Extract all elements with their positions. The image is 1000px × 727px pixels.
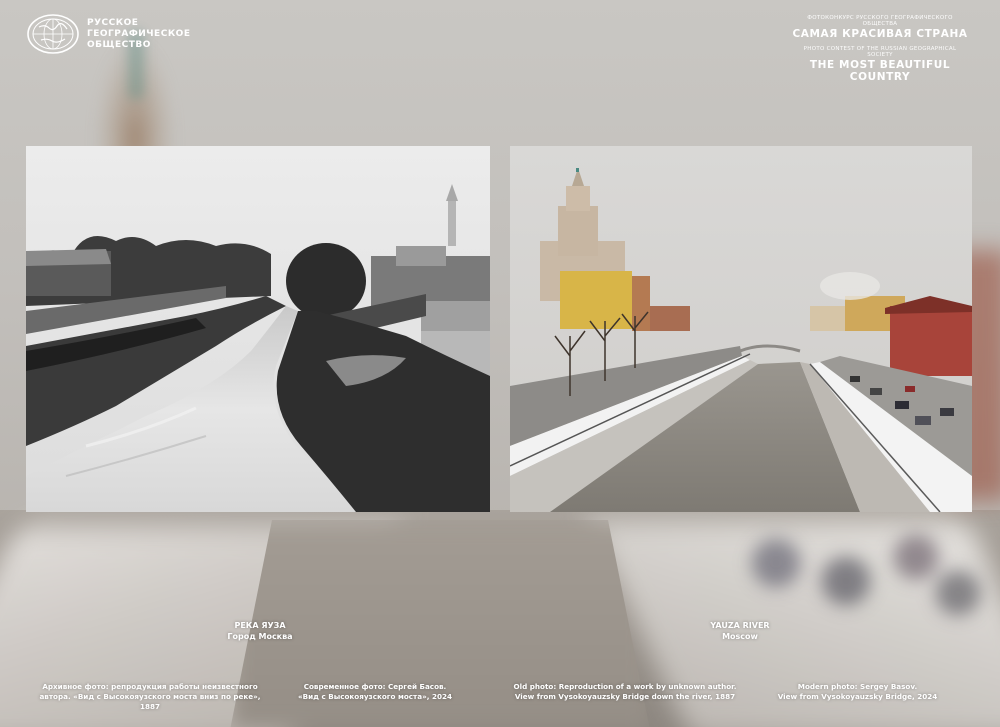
credit-line: View from Vysokoyauzsky Bridge down the … — [514, 692, 736, 701]
contest-subtitle-ru: ФОТОКОНКУРС РУССКОГО ГЕОГРАФИЧЕСКОГО ОБЩ… — [807, 15, 953, 27]
caption-place-en: Moscow — [722, 632, 758, 641]
caption-ru: РЕКА ЯУЗА Город Москва — [180, 620, 340, 642]
org-name-line: РУССКОЕ — [87, 17, 139, 28]
modern-credit-en: Modern photo: Sergey Basov. View from Vy… — [765, 682, 950, 702]
org-name-line: ГЕОГРАФИЧЕСКОЕ — [87, 28, 191, 39]
contest-title-en: THE MOST BEAUTIFUL COUNTRY — [809, 59, 951, 83]
rgo-logo: РУССКОЕ ГЕОГРАФИЧЕСКОЕ ОБЩЕСТВО — [27, 14, 190, 54]
contest-title-ru: САМАЯ КРАСИВАЯ СТРАНА — [792, 28, 968, 40]
contest-subtitle-en: PHOTO CONTEST OF THE RUSSIAN GEOGRAPHICA… — [803, 46, 957, 58]
credit-line: Modern photo: Sergey Basov. — [797, 682, 918, 691]
organization-name: РУССКОЕ ГЕОГРАФИЧЕСКОЕ ОБЩЕСТВО — [87, 18, 190, 51]
credit-line: View from Vysokoyauzsky Bridge, 2024 — [777, 692, 938, 701]
caption-en: YAUZA RIVER Moscow — [660, 620, 820, 642]
org-name-line: ОБЩЕСТВО — [87, 39, 151, 50]
archive-credit-ru: Архивное фото: репродукция работы неизве… — [30, 682, 270, 712]
modern-credit-ru: Современное фото: Сергей Басов. «Вид с В… — [285, 682, 465, 702]
modern-photo — [510, 146, 972, 512]
credit-line: Old photo: Reproduction of a work by unk… — [513, 682, 737, 691]
caption-title-en: YAUZA RIVER — [710, 621, 770, 630]
credit-line: Современное фото: Сергей Басов. — [303, 682, 447, 691]
caption-place-ru: Город Москва — [227, 632, 293, 641]
caption-title-ru: РЕКА ЯУЗА — [234, 621, 286, 630]
credit-line: Архивное фото: репродукция работы неизве… — [42, 682, 258, 691]
contest-header: ФОТОКОНКУРС РУССКОГО ГЕОГРАФИЧЕСКОГО ОБЩ… — [790, 15, 970, 83]
globe-emblem-icon — [27, 14, 79, 54]
archive-photo — [26, 146, 490, 512]
credit-line: «Вид с Высокояузского моста», 2024 — [298, 692, 452, 701]
credit-line: автора. «Вид с Высокояузского моста вниз… — [39, 692, 261, 711]
archive-credit-en: Old photo: Reproduction of a work by unk… — [505, 682, 745, 702]
